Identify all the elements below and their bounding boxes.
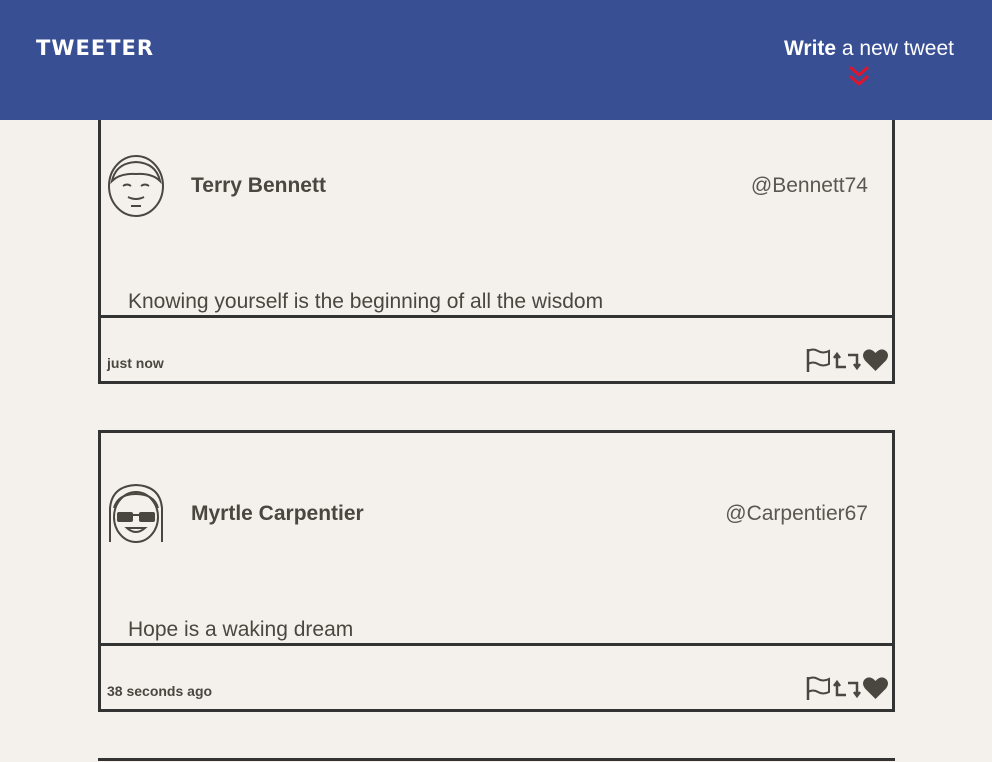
avatar	[108, 155, 164, 217]
tweet-divider	[101, 643, 892, 646]
flag-icon[interactable]	[805, 347, 831, 373]
tweet-actions	[805, 347, 889, 373]
avatar	[109, 483, 163, 543]
tweet-actions	[805, 675, 889, 701]
retweet-icon[interactable]	[833, 675, 861, 701]
tweet-author-name: Terry Bennett	[191, 174, 326, 197]
tweet-timestamp: 38 seconds ago	[107, 683, 213, 699]
tweet-card: Myrtle Carpentier @Carpentier67 Hope is …	[98, 430, 895, 712]
tweet-author-name: Myrtle Carpentier	[191, 502, 364, 525]
tweet-card-next-edge	[98, 758, 895, 761]
flag-icon[interactable]	[805, 675, 831, 701]
retweet-icon[interactable]	[833, 347, 861, 373]
heart-icon[interactable]	[862, 347, 889, 373]
tweet-divider	[101, 315, 892, 318]
heart-icon[interactable]	[862, 675, 889, 701]
double-chevron-down-icon[interactable]	[849, 66, 869, 88]
tweet-author-handle: @Carpentier67	[725, 502, 868, 525]
tweet-content: Knowing yourself is the beginning of all…	[128, 290, 604, 313]
tweeter-page: TWEETER Write a new tweet Terry Bennett …	[0, 0, 992, 762]
brand-logo[interactable]: TWEETER	[36, 36, 154, 60]
compose-toggle-button[interactable]: Write a new tweet	[784, 37, 954, 61]
tweet-timestamp: just now	[107, 355, 164, 371]
tweet-author-handle: @Bennett74	[750, 174, 868, 197]
compose-label-light: a new tweet	[841, 37, 954, 60]
tweet-content: Hope is a waking dream	[128, 618, 354, 641]
compose-label-strong: Write	[783, 37, 837, 60]
nav-bar: TWEETER Write a new tweet	[0, 0, 992, 120]
